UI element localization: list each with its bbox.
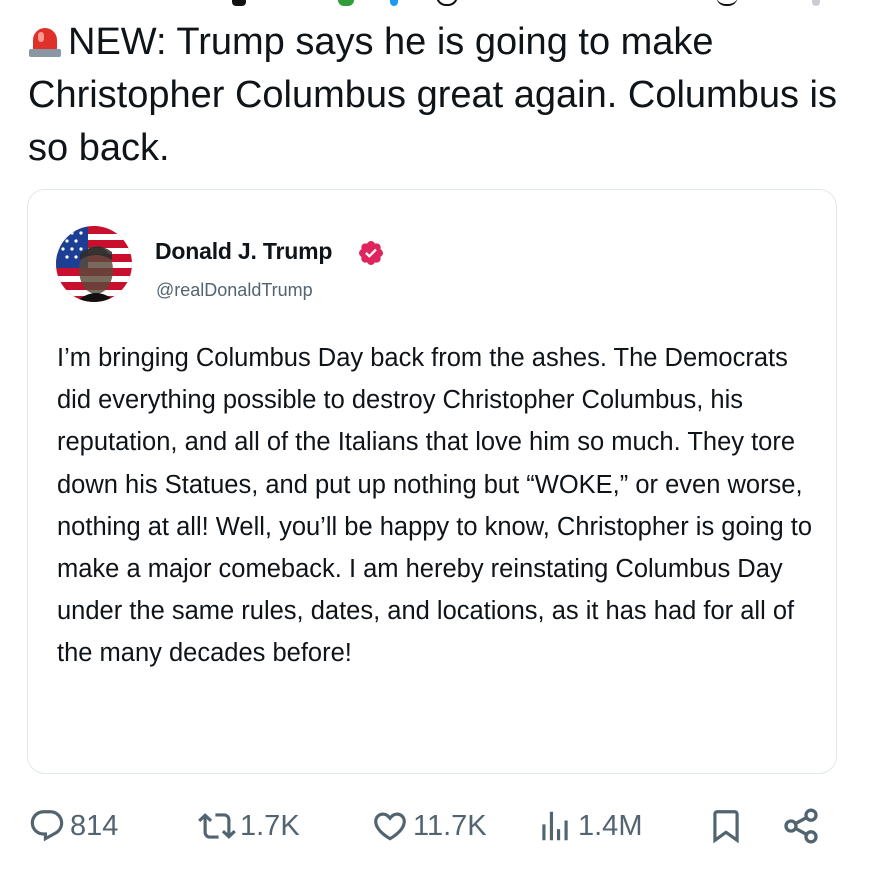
reply-icon (30, 810, 64, 842)
reply-button[interactable]: 814 (28, 804, 118, 848)
quoted-post-card[interactable]: Donald J. Trump @realDonaldTrump I’m bri… (27, 189, 837, 774)
views-button[interactable]: 1.4M (536, 804, 642, 848)
like-count: 11.7K (413, 809, 487, 842)
reply-count: 814 (70, 809, 119, 842)
view-count: 1.4M (578, 809, 643, 842)
author-name[interactable]: Donald J. Trump (155, 238, 332, 265)
views-icon (542, 811, 568, 841)
like-button[interactable]: 11.7K (371, 804, 487, 848)
tweet-text: NEW: Trump says he is going to make Chri… (28, 16, 848, 175)
share-icon (784, 808, 818, 844)
bookmark-icon (713, 810, 739, 844)
cropped-header-strip (0, 0, 871, 8)
action-bar: 814 1.7K 11.7K 1.4M (0, 796, 871, 856)
bookmark-button[interactable] (707, 804, 745, 848)
rotating-light-icon (28, 22, 62, 58)
repost-icon (198, 813, 236, 839)
repost-count: 1.7K (240, 809, 300, 842)
like-icon (374, 812, 406, 841)
repost-button[interactable]: 1.7K (198, 804, 300, 848)
tweet-text-content: NEW: Trump says he is going to make Chri… (28, 21, 837, 169)
verified-badge-icon (359, 241, 383, 265)
author-handle: @realDonaldTrump (156, 280, 313, 300)
share-button[interactable] (781, 804, 821, 848)
quoted-post-text: I’m bringing Columbus Day back from the … (57, 344, 813, 668)
avatar[interactable] (56, 226, 132, 302)
